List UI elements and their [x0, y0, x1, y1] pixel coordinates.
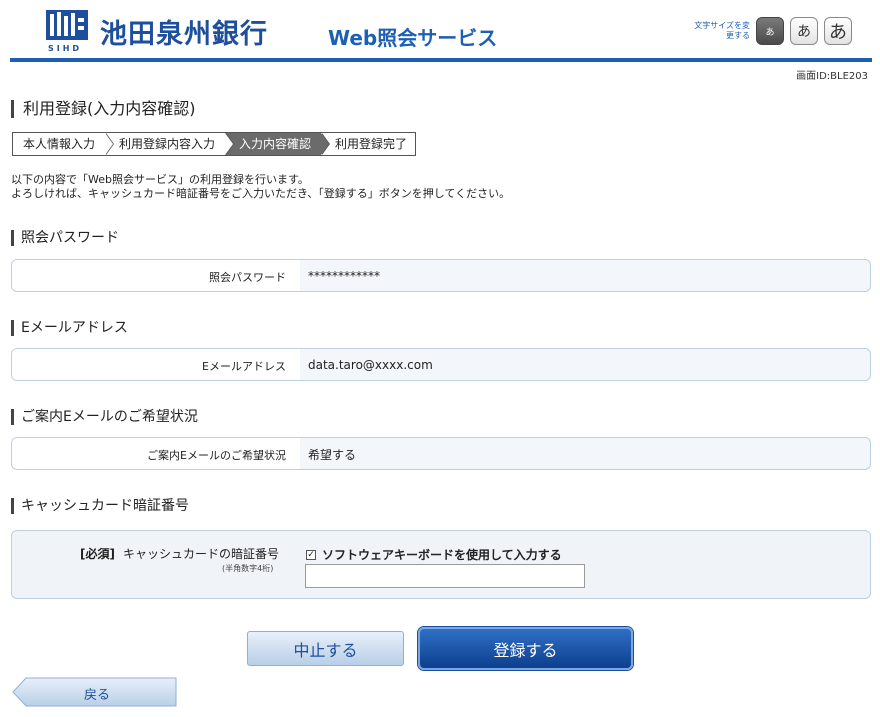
software-keyboard-label: ソフトウェアキーボードを使用して入力する — [322, 548, 562, 562]
progress-steps: 本人情報入力 利用登録内容入力 入力内容確認 利用登録完了 — [12, 132, 417, 156]
section-title-guidance: ご案内Eメールのご希望状況 — [11, 409, 198, 425]
back-button[interactable]: 戻る — [12, 677, 177, 707]
intro-line-2: よろしければ、キャッシュカード暗証番号をご入力いただき、「登録する」ボタンを押し… — [11, 187, 511, 200]
email-row: Eメールアドレス data.taro@xxxx.com — [11, 348, 871, 381]
svg-text:SIHD: SIHD — [48, 44, 82, 53]
font-size-label: 文字サイズを変更する — [694, 21, 750, 40]
page-title: 利用登録(入力内容確認) — [11, 100, 196, 118]
cancel-button[interactable]: 中止する — [247, 631, 404, 666]
step-personal-info: 本人情報入力 — [13, 133, 115, 155]
screen-id: 画面ID:BLE203 — [796, 71, 868, 82]
font-size-large-button[interactable]: あ — [824, 17, 852, 45]
register-button[interactable]: 登録する — [418, 627, 633, 670]
step-registration-input: 利用登録内容入力 — [105, 133, 235, 155]
pin-input[interactable] — [305, 564, 585, 588]
service-name: Web照会サービス — [328, 26, 498, 50]
section-title-password: 照会パスワード — [11, 230, 119, 246]
header: SIHD 池田泉州銀行 Web照会サービス 文字サイズを変更する あ あ あ — [0, 0, 880, 62]
password-value: ************ — [308, 269, 380, 283]
pin-label: [必須] キャッシュカードの暗証番号 — [80, 547, 279, 561]
pin-note: (半角数字4桁) — [222, 564, 274, 573]
bank-logo-icon: SIHD — [46, 10, 88, 54]
email-label: Eメールアドレス — [202, 360, 286, 373]
bank-name: 池田泉州銀行 — [100, 19, 268, 50]
email-value: data.taro@xxxx.com — [308, 358, 433, 372]
password-row: 照会パスワード ************ — [11, 259, 871, 292]
step-complete: 利用登録完了 — [335, 137, 408, 151]
guidance-label: ご案内Eメールのご希望状況 — [147, 449, 286, 462]
intro-text: 以下の内容で「Web照会サービス」の利用登録を行います。 よろしければ、キャッシ… — [11, 173, 510, 201]
guidance-row: ご案内Eメールのご希望状況 希望する — [11, 437, 871, 470]
required-badge: [必須] — [80, 547, 115, 561]
pin-row: [必須] キャッシュカードの暗証番号 (半角数字4桁) ✓ ソフトウェアキーボード… — [11, 530, 871, 599]
checkbox-checked-icon[interactable]: ✓ — [306, 549, 316, 560]
font-size-small-button[interactable]: あ — [756, 17, 784, 45]
password-label: 照会パスワード — [209, 271, 286, 284]
back-label: 戻る — [84, 688, 111, 703]
font-size-medium-button[interactable]: あ — [790, 17, 818, 45]
intro-line-1: 以下の内容で「Web照会サービス」の利用登録を行います。 — [11, 173, 309, 186]
section-title-pin: キャッシュカード暗証番号 — [11, 498, 189, 514]
section-title-email: Eメールアドレス — [11, 320, 128, 336]
step-confirm-current: 入力内容確認 — [225, 133, 331, 155]
header-divider — [10, 58, 872, 62]
guidance-value: 希望する — [308, 448, 357, 462]
software-keyboard-checkbox[interactable]: ✓ ソフトウェアキーボードを使用して入力する — [306, 546, 562, 563]
